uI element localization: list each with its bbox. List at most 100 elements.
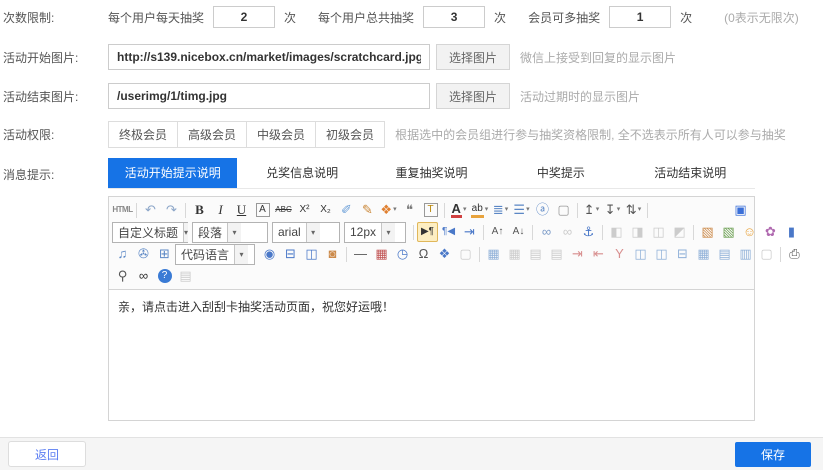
link-icon[interactable]: ∞ bbox=[536, 222, 557, 242]
pagebreak-icon[interactable]: ⊟ bbox=[280, 244, 301, 264]
print-icon[interactable]: ⎙ bbox=[784, 244, 805, 264]
paste-text-icon[interactable]: T bbox=[420, 200, 441, 220]
font-size-select[interactable]: 12px▾ bbox=[344, 222, 406, 243]
search-replace-icon[interactable]: ∞ bbox=[133, 266, 154, 286]
delete-row-icon[interactable]: Y bbox=[609, 244, 630, 264]
limit-input-0[interactable] bbox=[213, 6, 275, 28]
image-manager-icon[interactable]: ▧ bbox=[718, 222, 739, 242]
split-cells-icon[interactable]: ▦ bbox=[693, 244, 714, 264]
editor-content[interactable]: 亲，请点击进入刮刮卡抽奖活动页面，祝您好运哦！ bbox=[109, 290, 754, 420]
insert-row-icon[interactable]: ▤ bbox=[546, 244, 567, 264]
attachment-icon[interactable]: ✇ bbox=[133, 244, 154, 264]
font-family-select[interactable]: arial▾ bbox=[272, 222, 340, 243]
limit-input-1[interactable] bbox=[423, 6, 485, 28]
message-tab-4[interactable]: 活动结束说明 bbox=[626, 158, 755, 188]
merge-cells-icon[interactable]: ◫ bbox=[630, 244, 651, 264]
video-icon[interactable]: ▮ bbox=[781, 222, 802, 242]
superscript-icon[interactable]: X² bbox=[294, 200, 315, 220]
save-button[interactable]: 保存 bbox=[735, 442, 811, 467]
img-inline-icon[interactable]: ◨ bbox=[627, 222, 648, 242]
member-group-button-3[interactable]: 初级会员 bbox=[315, 121, 385, 148]
redo-icon[interactable]: ↷ bbox=[161, 200, 182, 220]
paste-icon[interactable]: ▤ bbox=[175, 266, 196, 286]
ltr-icon[interactable]: ▶¶ bbox=[417, 222, 438, 242]
background-icon[interactable]: ▢ bbox=[455, 244, 476, 264]
table-title-icon[interactable]: ▤ bbox=[525, 244, 546, 264]
end-image-choose-button[interactable]: 选择图片 bbox=[436, 83, 510, 109]
img-left-icon[interactable]: ◧ bbox=[606, 222, 627, 242]
scrawl-icon[interactable]: ✿ bbox=[760, 222, 781, 242]
message-tab-1[interactable]: 兑奖信息说明 bbox=[237, 158, 366, 188]
underline-icon[interactable]: U bbox=[231, 200, 252, 220]
emotion-icon[interactable]: ☺ bbox=[739, 222, 760, 242]
start-image-choose-button[interactable]: 选择图片 bbox=[436, 44, 510, 70]
insert-frame-icon[interactable]: ⊞ bbox=[154, 244, 175, 264]
columns-icon[interactable]: ◫ bbox=[301, 244, 322, 264]
delete-col-icon[interactable]: ⇤ bbox=[588, 244, 609, 264]
message-tab-0[interactable]: 活动开始提示说明 bbox=[108, 158, 237, 188]
doc-icon[interactable]: ▢ bbox=[756, 244, 777, 264]
back-button[interactable]: 返回 bbox=[8, 441, 86, 467]
limit-input-2[interactable] bbox=[609, 6, 671, 28]
fullscreen-icon[interactable]: ▣ bbox=[730, 200, 751, 220]
unordered-list-icon[interactable]: ☰▾ bbox=[511, 200, 532, 220]
split-col-icon[interactable]: ▥ bbox=[735, 244, 756, 264]
member-group-button-1[interactable]: 高级会员 bbox=[177, 121, 247, 148]
custom-title-select[interactable]: 自定义标题▾ bbox=[112, 222, 188, 243]
blockquote-icon[interactable]: ❝ bbox=[399, 200, 420, 220]
template-icon[interactable]: ❖ bbox=[434, 244, 455, 264]
paragraph-select[interactable]: 段落▾ bbox=[192, 222, 268, 243]
split-row-icon[interactable]: ▤ bbox=[714, 244, 735, 264]
font-border-icon[interactable]: A bbox=[252, 200, 273, 220]
music-icon[interactable]: ♫ bbox=[112, 244, 133, 264]
font-down-icon[interactable]: A↓ bbox=[508, 222, 529, 242]
delete-table-icon[interactable]: ▦ bbox=[504, 244, 525, 264]
message-tab-2[interactable]: 重复抽奖说明 bbox=[367, 158, 496, 188]
image-icon[interactable]: ▧ bbox=[697, 222, 718, 242]
format-painter-icon[interactable]: ✎ bbox=[357, 200, 378, 220]
font-up-icon[interactable]: A↑ bbox=[487, 222, 508, 242]
bold-icon[interactable]: B bbox=[189, 200, 210, 220]
hr-icon[interactable]: — bbox=[350, 244, 371, 264]
para-before-space-icon[interactable]: ↥▾ bbox=[581, 200, 602, 220]
start-image-input[interactable] bbox=[108, 44, 430, 70]
source-icon[interactable]: HTML bbox=[112, 200, 133, 220]
auto-typeset-icon[interactable]: ❖▾ bbox=[378, 200, 399, 220]
merge-down-icon[interactable]: ⊟ bbox=[672, 244, 693, 264]
eraser-icon[interactable]: ✐ bbox=[336, 200, 357, 220]
unlink-icon[interactable]: ∞ bbox=[557, 222, 578, 242]
map-icon[interactable]: ◉ bbox=[259, 244, 280, 264]
subscript-icon[interactable]: X₂ bbox=[315, 200, 336, 220]
merge-right-icon[interactable]: ◫ bbox=[651, 244, 672, 264]
message-tab-3[interactable]: 中奖提示 bbox=[496, 158, 625, 188]
italic-icon[interactable]: I bbox=[210, 200, 231, 220]
undo-icon[interactable]: ↶ bbox=[140, 200, 161, 220]
img-center-icon[interactable]: ◫ bbox=[648, 222, 669, 242]
img-right-icon[interactable]: ◩ bbox=[669, 222, 690, 242]
ordered-list-icon[interactable]: ≣▾ bbox=[490, 200, 511, 220]
code-language-select[interactable]: 代码语言▾ bbox=[175, 244, 255, 265]
font-color-icon[interactable]: A▾ bbox=[448, 200, 469, 220]
time-icon[interactable]: ◷ bbox=[392, 244, 413, 264]
insert-col-icon[interactable]: ⇥ bbox=[567, 244, 588, 264]
anchor-icon[interactable]: ⚓ bbox=[578, 222, 599, 242]
line-height-icon[interactable]: ⇅▾ bbox=[623, 200, 644, 220]
rtl-icon[interactable]: ¶◀ bbox=[438, 222, 459, 242]
highlight-color-icon[interactable]: ab▾ bbox=[469, 200, 490, 220]
snapscreen-icon[interactable]: ◙ bbox=[322, 244, 343, 264]
end-image-input[interactable] bbox=[108, 83, 430, 109]
para-after-space-icon[interactable]: ↧▾ bbox=[602, 200, 623, 220]
select-all-icon[interactable]: ⓐ bbox=[532, 200, 553, 220]
strikethrough-icon[interactable]: ABC bbox=[273, 200, 294, 220]
attachment-icon-glyph: ✇ bbox=[138, 244, 149, 264]
special-chars-icon[interactable]: Ω bbox=[413, 244, 434, 264]
member-group-button-0[interactable]: 终极会员 bbox=[108, 121, 178, 148]
new-doc-icon[interactable]: ▢ bbox=[553, 200, 574, 220]
date-icon[interactable]: ▦ bbox=[371, 244, 392, 264]
code-language-select-value: 代码语言 bbox=[176, 246, 234, 263]
indent-icon[interactable]: ⇥ bbox=[459, 222, 480, 242]
insert-table-icon[interactable]: ▦ bbox=[483, 244, 504, 264]
help-icon[interactable]: ? bbox=[154, 266, 175, 286]
member-group-button-2[interactable]: 中级会员 bbox=[246, 121, 316, 148]
preview-icon[interactable]: ⚲ bbox=[112, 266, 133, 286]
